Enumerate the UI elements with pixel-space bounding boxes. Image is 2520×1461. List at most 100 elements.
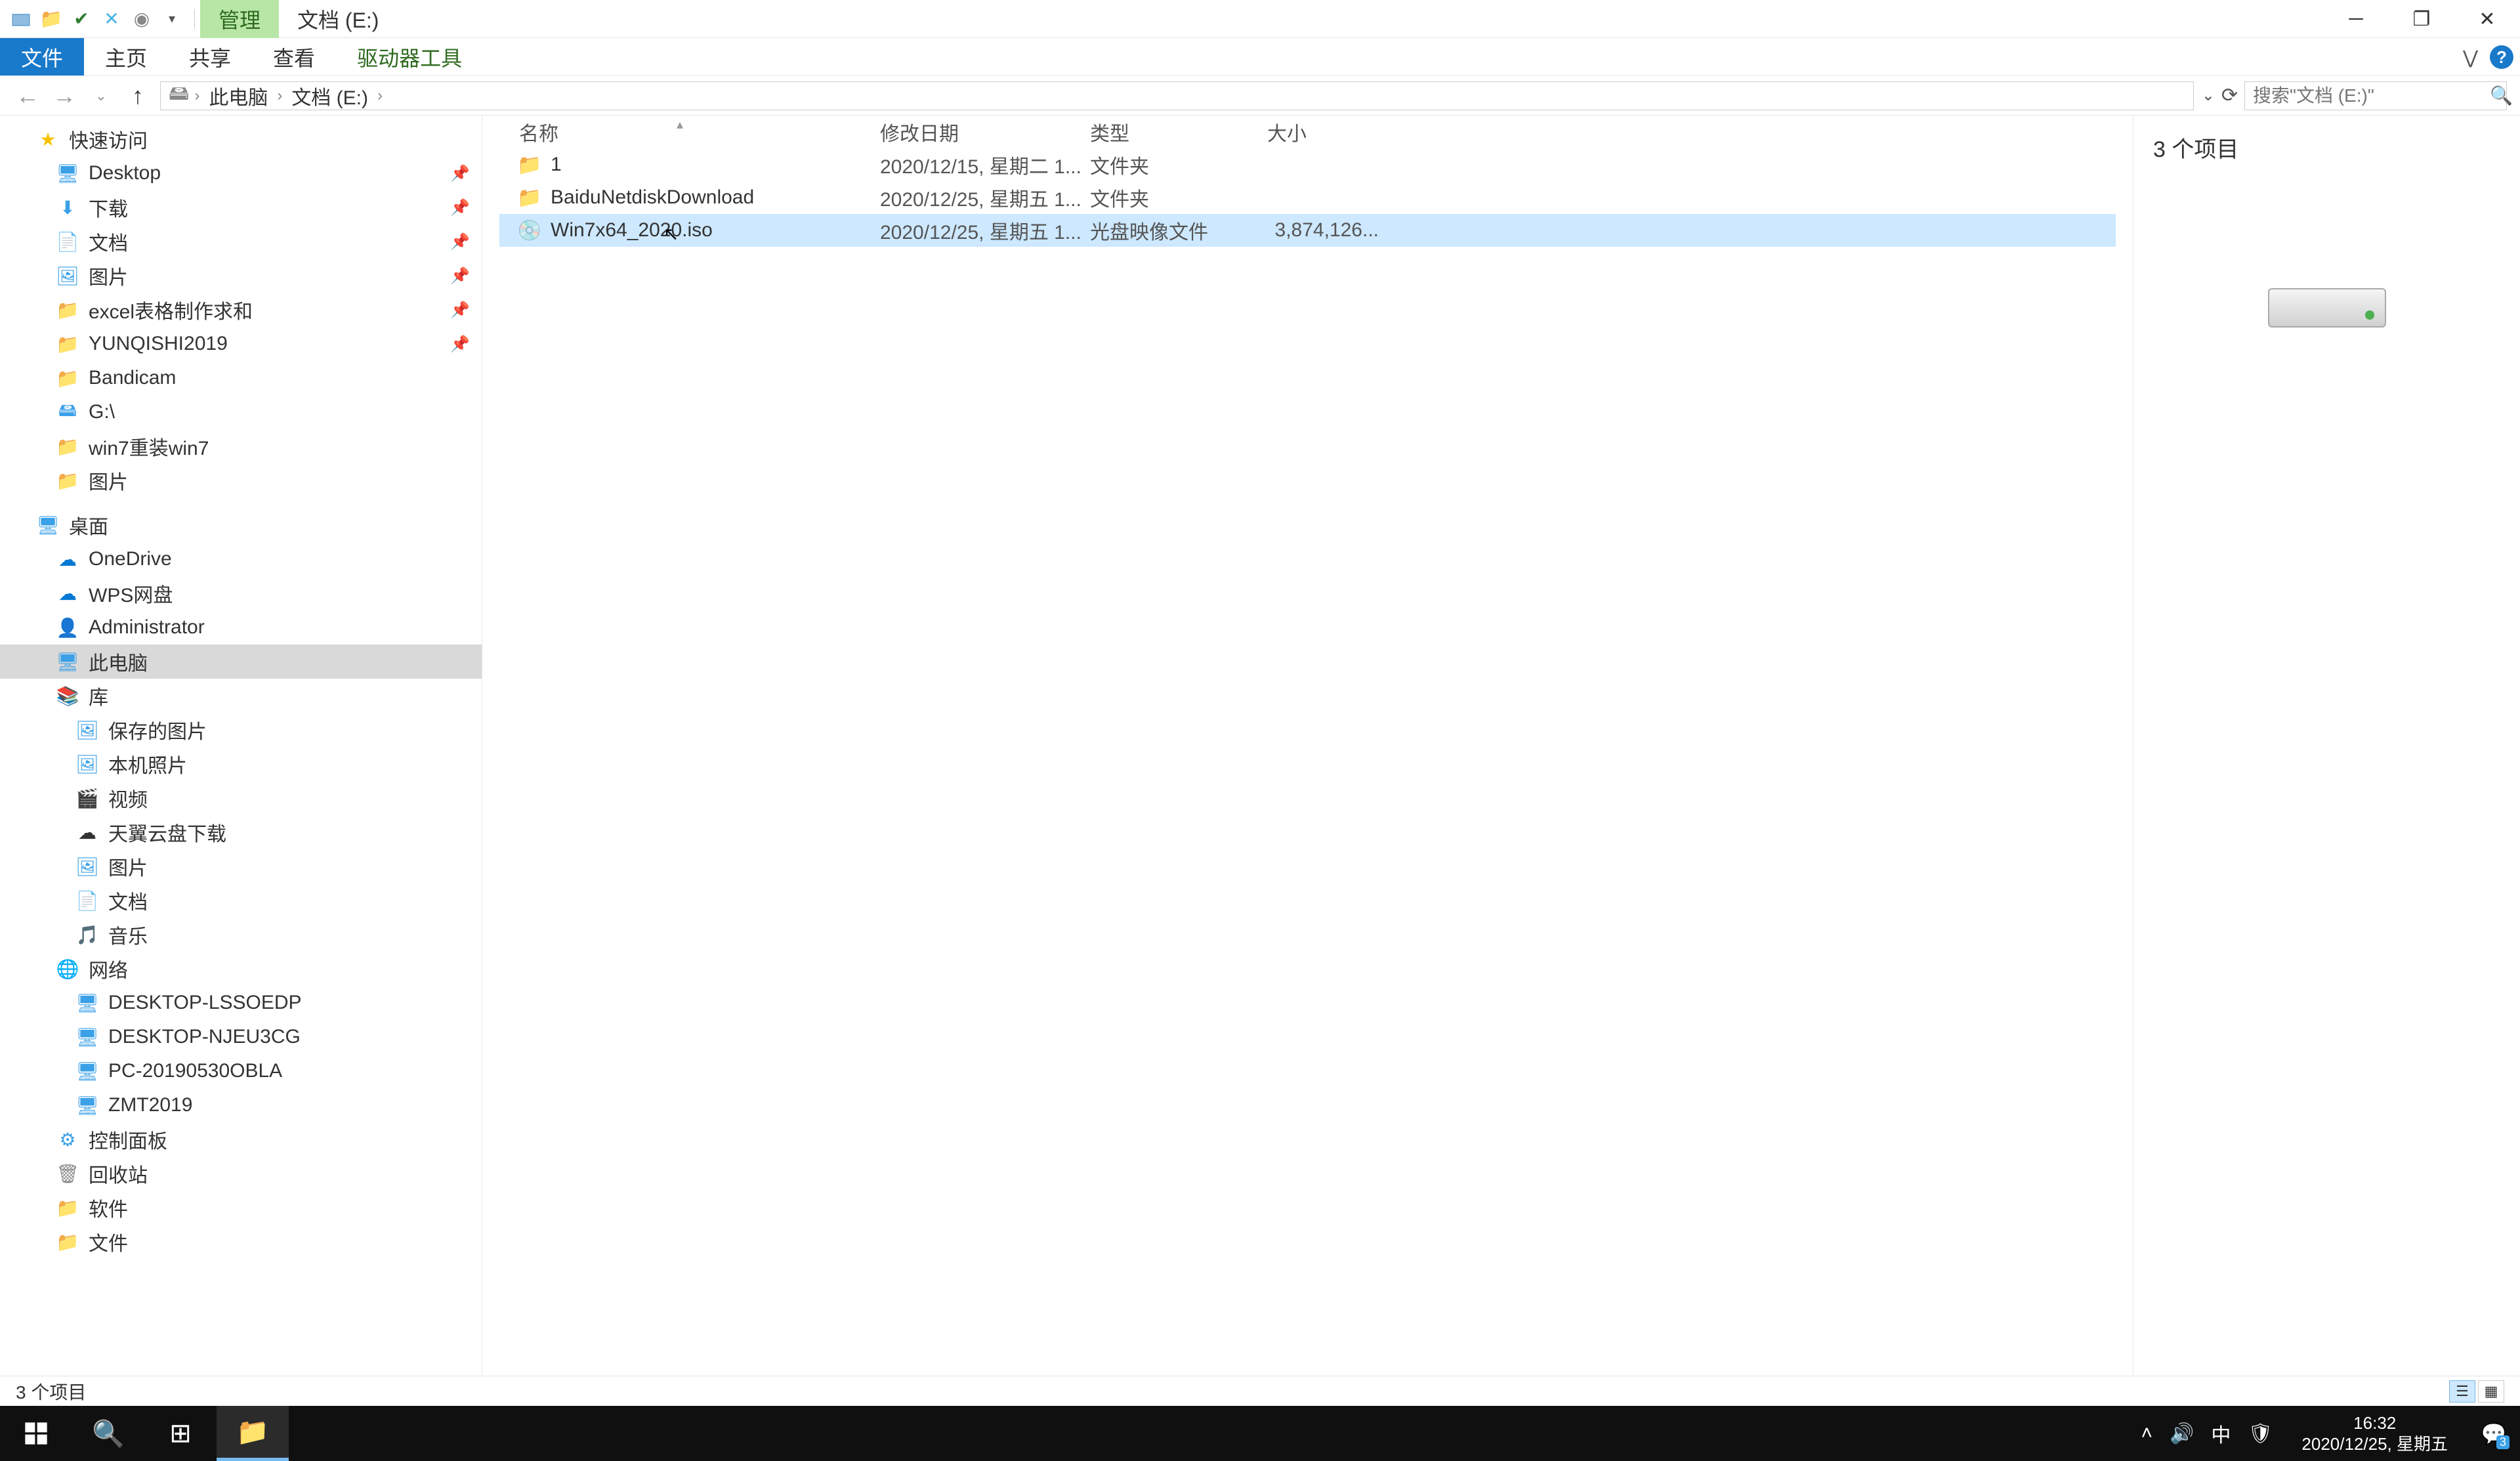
start-button[interactable] — [0, 1406, 72, 1461]
tree-administrator[interactable]: 👤Administrator — [0, 610, 482, 645]
file-date: 2020/12/25, 星期五 1... — [880, 216, 1090, 245]
nav-forward-button[interactable]: → — [50, 81, 79, 110]
column-header-name[interactable]: 名称▴ — [499, 117, 880, 146]
taskbar-clock[interactable]: 16:32 2020/12/25, 星期五 — [2290, 1412, 2460, 1455]
tree-recent-bandicam[interactable]: 📁Bandicam — [0, 361, 482, 395]
tree-pinned-documents[interactable]: 📄文档📌 — [0, 224, 482, 259]
breadcrumb-this-pc[interactable]: 此电脑 — [205, 81, 272, 110]
ribbon-tab-view[interactable]: 查看 — [252, 38, 336, 75]
file-list[interactable]: 名称▴ 修改日期 类型 大小 📁1 2020/12/15, 星期二 1... 文… — [482, 116, 2133, 1376]
maximize-button[interactable]: ❐ — [2389, 0, 2454, 38]
qat-close-icon[interactable]: ✕ — [98, 6, 125, 32]
tree-lib-videos[interactable]: 🎬视频 — [0, 781, 482, 815]
column-header-size[interactable]: 大小 — [1267, 117, 1385, 146]
qat-check-icon[interactable]: ✔ — [68, 6, 94, 32]
nav-back-button[interactable]: ← — [13, 81, 42, 110]
file-type: 文件夹 — [1090, 183, 1267, 212]
navigation-pane[interactable]: ★ 快速访问 🖥Desktop📌 ⬇下载📌 📄文档📌 🖼图片📌 📁excel表格… — [0, 116, 482, 1376]
breadcrumb-bar[interactable]: 🖴 › 此电脑 › 文档 (E:) › — [160, 81, 2194, 110]
tree-desktop-root[interactable]: 🖥桌面 — [0, 508, 482, 542]
tree-recent-pictures[interactable]: 📁图片 — [0, 463, 482, 498]
file-row[interactable]: 📁BaiduNetdiskDownload 2020/12/25, 星期五 1.… — [499, 181, 2116, 214]
tree-lib-local-pics[interactable]: 🖼本机照片 — [0, 747, 482, 781]
tree-label: 视频 — [108, 784, 148, 813]
qat-dropdown-icon[interactable]: ▾ — [159, 6, 185, 32]
tree-pinned-downloads[interactable]: ⬇下载📌 — [0, 190, 482, 224]
ribbon-expand-icon[interactable]: ⋁ — [2463, 47, 2478, 68]
column-header-type[interactable]: 类型 — [1090, 117, 1267, 146]
tree-network[interactable]: 🌐网络 — [0, 952, 482, 986]
tree-pinned-pictures[interactable]: 🖼图片📌 — [0, 259, 482, 293]
tree-lib-pictures[interactable]: 🖼图片 — [0, 849, 482, 883]
contextual-tab-manage[interactable]: 管理 — [200, 0, 279, 38]
search-button[interactable]: 🔍 — [72, 1406, 144, 1461]
chevron-right-icon[interactable]: › — [377, 87, 383, 105]
search-box[interactable]: 🔍 — [2244, 81, 2507, 110]
file-row[interactable]: 📁1 2020/12/15, 星期二 1... 文件夹 — [499, 148, 2116, 181]
tree-recent-gdrive[interactable]: 🖴G:\ — [0, 395, 482, 429]
qat-folder-icon[interactable]: 📁 — [38, 6, 64, 32]
close-button[interactable]: ✕ — [2454, 0, 2520, 38]
iso-icon: 💿 — [519, 220, 540, 241]
chevron-right-icon[interactable]: › — [277, 87, 282, 105]
library-icon: 📚 — [56, 684, 79, 708]
tree-pinned-yunqishi[interactable]: 📁YUNQISHI2019📌 — [0, 327, 482, 361]
tree-net-pc[interactable]: 🖥DESKTOP-LSSOEDP — [0, 986, 482, 1020]
ribbon-tab-file[interactable]: 文件 — [0, 38, 84, 75]
tree-label: 保存的图片 — [108, 715, 207, 744]
network-pc-icon: 🖥 — [75, 991, 99, 1015]
qat-separator — [194, 9, 195, 29]
search-icon[interactable]: 🔍 — [2490, 85, 2513, 106]
tree-lib-documents[interactable]: 📄文档 — [0, 883, 482, 918]
action-center-button[interactable]: 💬 3 — [2477, 1416, 2511, 1450]
nav-up-button[interactable]: ↑ — [123, 81, 152, 110]
drive-icon: 🖴 — [56, 400, 79, 424]
tree-recycle-bin[interactable]: 🗑回收站 — [0, 1156, 482, 1191]
security-icon[interactable]: 🛡 — [2248, 1422, 2273, 1445]
tree-quick-access[interactable]: ★ 快速访问 — [0, 122, 482, 156]
refresh-icon[interactable]: ⟳ — [2221, 84, 2238, 107]
ribbon-tab-home[interactable]: 主页 — [84, 38, 168, 75]
tree-onedrive[interactable]: ☁OneDrive — [0, 542, 482, 576]
view-details-button[interactable]: ☰ — [2449, 1380, 2475, 1403]
tree-net-pc[interactable]: 🖥DESKTOP-NJEU3CG — [0, 1020, 482, 1054]
tree-wps[interactable]: ☁WPS网盘 — [0, 576, 482, 610]
taskbar-explorer[interactable]: 📁 — [217, 1406, 289, 1461]
nav-recent-dropdown[interactable]: ⌄ — [87, 81, 116, 110]
folder-icon: 📁 — [56, 469, 79, 492]
minimize-button[interactable]: ─ — [2323, 0, 2389, 38]
file-row-selected[interactable]: 💿Win7x64_2020.iso 2020/12/25, 星期五 1... 光… — [499, 214, 2116, 247]
qat-config-icon[interactable]: ◉ — [129, 6, 155, 32]
file-type: 文件夹 — [1090, 150, 1267, 179]
tree-software[interactable]: 📁软件 — [0, 1191, 482, 1225]
help-icon[interactable]: ? — [2490, 45, 2513, 69]
column-header-date[interactable]: 修改日期 — [880, 117, 1090, 146]
tree-net-pc[interactable]: 🖥ZMT2019 — [0, 1088, 482, 1122]
view-thumbnails-button[interactable]: ▦ — [2478, 1380, 2504, 1403]
ribbon-tab-drive-tools[interactable]: 驱动器工具 — [336, 38, 483, 75]
sort-asc-icon: ▴ — [677, 116, 683, 133]
volume-icon[interactable]: 🔊 — [2170, 1422, 2194, 1445]
chevron-right-icon[interactable]: › — [194, 87, 200, 105]
clock-date: 2020/12/25, 星期五 — [2301, 1433, 2448, 1455]
tree-lib-music[interactable]: 🎵音乐 — [0, 918, 482, 952]
tree-net-pc[interactable]: 🖥PC-20190530OBLA — [0, 1054, 482, 1088]
tree-control-panel[interactable]: ⚙控制面板 — [0, 1122, 482, 1156]
task-view-button[interactable]: ⊞ — [144, 1406, 217, 1461]
tree-pinned-excel[interactable]: 📁excel表格制作求和📌 — [0, 293, 482, 327]
address-dropdown-icon[interactable]: ⌄ — [2202, 86, 2215, 105]
tree-lib-saved-pics[interactable]: 🖼保存的图片 — [0, 713, 482, 747]
ribbon-tab-share[interactable]: 共享 — [168, 38, 252, 75]
tree-this-pc[interactable]: 🖥此电脑 — [0, 645, 482, 679]
ime-indicator[interactable]: 中 — [2211, 1419, 2231, 1448]
tray-chevron-up-icon[interactable]: ˄ — [2141, 1422, 2152, 1445]
tree-lib-tianyi[interactable]: ☁天翼云盘下载 — [0, 815, 482, 849]
tree-recent-win7[interactable]: 📁win7重装win7 — [0, 429, 482, 463]
app-icon[interactable] — [8, 6, 34, 32]
tree-libraries[interactable]: 📚库 — [0, 679, 482, 713]
tree-label: Desktop — [89, 162, 161, 184]
tree-pinned-desktop[interactable]: 🖥Desktop📌 — [0, 156, 482, 190]
breadcrumb-drive[interactable]: 文档 (E:) — [287, 81, 372, 110]
tree-files[interactable]: 📁文件 — [0, 1225, 482, 1259]
search-input[interactable] — [2253, 85, 2490, 106]
